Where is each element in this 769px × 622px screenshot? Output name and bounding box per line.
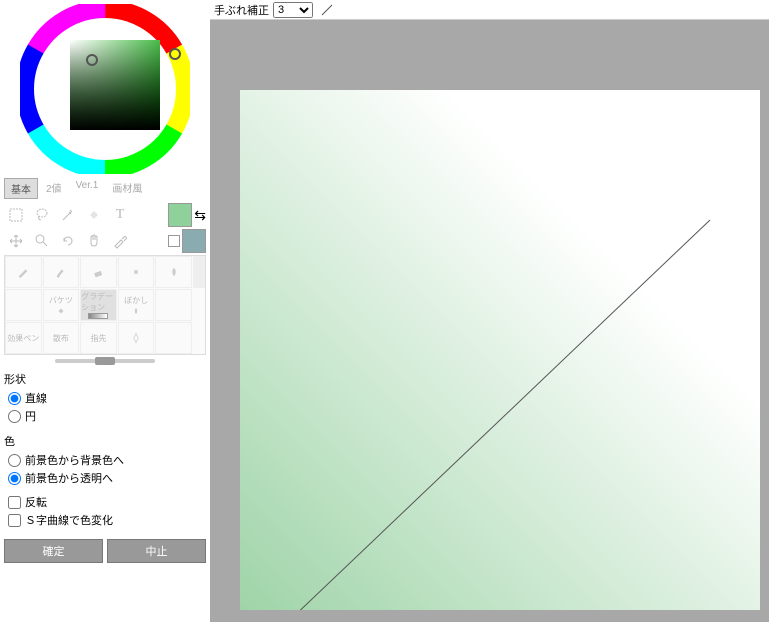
color-fg-bg-radio[interactable]: 前景色から背景色へ [4, 451, 206, 469]
confirm-button[interactable]: 確定 [4, 539, 103, 563]
shape-circle-radio[interactable]: 円 [4, 407, 206, 425]
subtool-panel: バケツ グラデーション ぼかし 効果ペン 散布 指先 [4, 255, 206, 355]
tool-grid-2 [4, 229, 206, 253]
color-dir-section: 色 前景色から背景色へ 前景色から透明へ [4, 431, 206, 487]
shape-section: 形状 直線 円 [4, 369, 206, 425]
subtool-pen[interactable] [5, 256, 42, 288]
canvas-area: 手ぶれ補正 3 [210, 0, 769, 622]
canvas[interactable] [240, 90, 760, 610]
subtool-scatter[interactable]: 散布 [43, 322, 80, 354]
shape-line-radio[interactable]: 直線 [4, 389, 206, 407]
invert-check[interactable]: 反転 [4, 493, 206, 511]
reset-swatch[interactable] [168, 235, 180, 247]
color-picker[interactable] [4, 4, 206, 174]
action-buttons: 確定 中止 [4, 539, 206, 563]
tab-ver1[interactable]: Ver.1 [70, 178, 105, 199]
hand-tool[interactable] [82, 229, 106, 253]
subtool-eraser[interactable] [80, 256, 117, 288]
lasso-tool[interactable] [30, 203, 54, 227]
shape-title: 形状 [4, 369, 206, 389]
line-tool-icon[interactable] [317, 2, 337, 18]
text-tool[interactable]: T [108, 203, 132, 227]
subtool-finger[interactable]: 指先 [80, 322, 117, 354]
color-fg-trans-radio[interactable]: 前景色から透明へ [4, 469, 206, 487]
subtool-bucket[interactable]: バケツ [43, 289, 80, 321]
color-dir-title: 色 [4, 431, 206, 451]
subtool-empty3[interactable] [155, 322, 192, 354]
canvas-viewport[interactable] [210, 20, 769, 622]
subtool-empty2[interactable] [155, 289, 192, 321]
subtool-blur2[interactable]: ぼかし [118, 289, 155, 321]
canvas-toolbar: 手ぶれ補正 3 [210, 0, 769, 20]
sidebar: 基本 2値 Ver.1 画材風 T ⇆ バケツ グラデー [0, 0, 210, 622]
subtool-dot[interactable] [118, 256, 155, 288]
checks-section: 反転 Ｓ字曲線で色変化 [4, 493, 206, 529]
tab-basic[interactable]: 基本 [4, 178, 38, 199]
subtool-empty1[interactable] [5, 289, 42, 321]
subtool-brush[interactable] [43, 256, 80, 288]
tab-row: 基本 2値 Ver.1 画材風 [4, 178, 206, 199]
wand-tool[interactable] [56, 203, 80, 227]
zoom-tool[interactable] [30, 229, 54, 253]
tool-grid-1: T ⇆ [4, 203, 206, 227]
bucket-tool[interactable] [82, 203, 106, 227]
swap-colors-icon[interactable]: ⇆ [194, 207, 206, 224]
fg-swatch[interactable] [168, 203, 192, 227]
bg-swatch[interactable] [182, 229, 206, 253]
brush-size-slider[interactable] [55, 359, 155, 363]
select-rect-tool[interactable] [4, 203, 28, 227]
eyedropper-tool[interactable] [108, 229, 132, 253]
subtool-nib[interactable] [118, 322, 155, 354]
tab-2val[interactable]: 2値 [40, 178, 68, 199]
move-tool[interactable] [4, 229, 28, 253]
cancel-button[interactable]: 中止 [107, 539, 206, 563]
tab-material[interactable]: 画材風 [106, 178, 148, 199]
stabilizer-select[interactable]: 3 [273, 2, 313, 18]
rotate-tool[interactable] [56, 229, 80, 253]
subtool-effect[interactable]: 効果ペン [5, 322, 42, 354]
subtool-blur[interactable] [155, 256, 192, 288]
stabilizer-label: 手ぶれ補正 [214, 2, 269, 18]
scurve-check[interactable]: Ｓ字曲線で色変化 [4, 511, 206, 529]
subtool-gradient[interactable]: グラデーション [80, 289, 117, 321]
subtool-scrollbar[interactable] [193, 256, 205, 288]
